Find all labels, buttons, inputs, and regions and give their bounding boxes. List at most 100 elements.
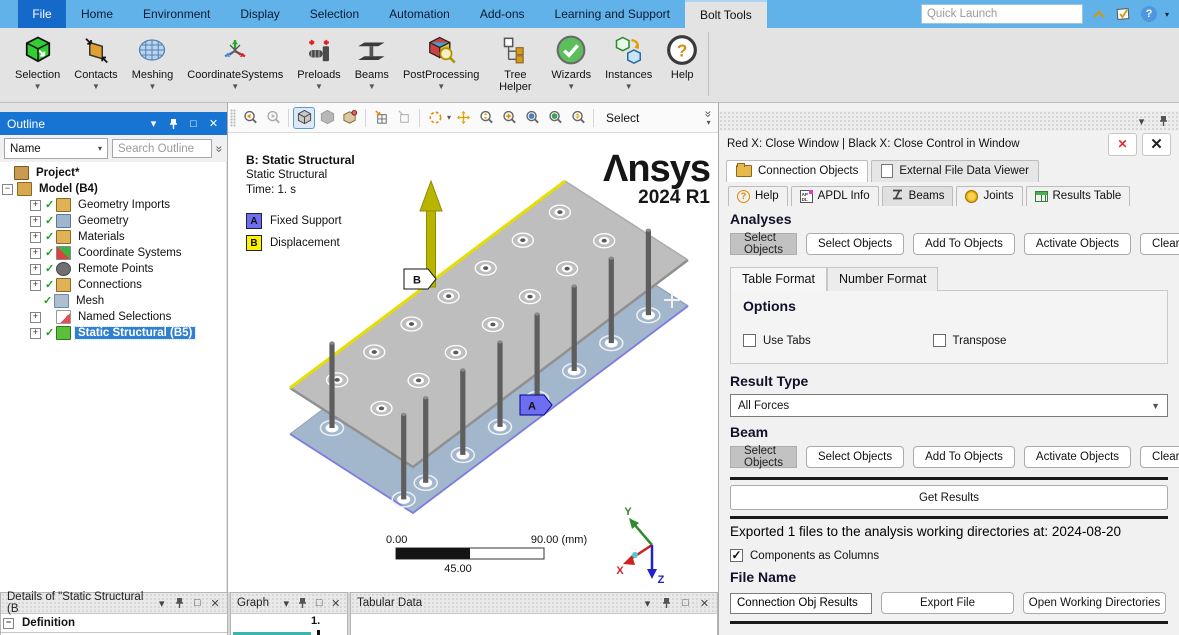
- menu-add-ons[interactable]: Add-ons: [465, 0, 540, 28]
- close-window-button[interactable]: ✕: [1108, 133, 1137, 156]
- ribbon-tool-wizards[interactable]: Wizards ▼: [544, 28, 598, 91]
- maximize-icon[interactable]: □: [314, 597, 325, 610]
- feedback-checkbox-icon[interactable]: [1115, 5, 1133, 23]
- close-icon[interactable]: ✕: [209, 597, 221, 610]
- help-icon[interactable]: ?: [1140, 5, 1158, 23]
- beam-add-to-objects-button[interactable]: Add To Objects: [913, 446, 1015, 468]
- zoom-to-selection-icon[interactable]: [544, 107, 566, 129]
- viewport-3d-canvas[interactable]: B A 0.00 90.00 (mm) 45.00: [228, 133, 718, 592]
- subtab-help[interactable]: ? Help: [728, 186, 788, 206]
- menu-learning-support[interactable]: Learning and Support: [540, 0, 685, 28]
- chevron-down-icon[interactable]: ▼: [92, 82, 100, 91]
- chevron-down-icon[interactable]: ▼: [315, 82, 323, 91]
- tree-item-static-structural[interactable]: + ✓ Static Structural (B5): [0, 325, 226, 341]
- chevron-down-icon[interactable]: ▾: [1135, 115, 1148, 128]
- use-tabs-checkbox-row[interactable]: Use Tabs: [743, 334, 933, 347]
- section-plane-icon[interactable]: [393, 107, 415, 129]
- subtab-beams[interactable]: Beams: [882, 186, 954, 206]
- zoom-to-fit-icon[interactable]: [521, 107, 543, 129]
- expand-expander-icon[interactable]: +: [30, 200, 41, 211]
- zoom-next-icon[interactable]: [262, 107, 284, 129]
- quick-launch-input[interactable]: [921, 4, 1083, 24]
- beam-clear-button[interactable]: Clear: [1140, 446, 1179, 468]
- beam-select-objects-button[interactable]: Select Objects: [806, 446, 904, 468]
- close-icon[interactable]: ✕: [698, 597, 711, 610]
- tree-item-materials[interactable]: + ✓ Materials: [0, 229, 226, 245]
- minimize-ribbon-icon[interactable]: [1090, 5, 1108, 23]
- tab-external-file-data-viewer[interactable]: External File Data Viewer: [871, 160, 1039, 182]
- expand-expander-icon[interactable]: +: [30, 232, 41, 243]
- beam-activate-objects-button[interactable]: Activate Objects: [1024, 446, 1131, 468]
- ribbon-tool-tree-helper[interactable]: Tree Helper: [486, 28, 544, 93]
- shaded-exterior-edges-icon[interactable]: [293, 107, 315, 129]
- ribbon-tool-beams[interactable]: Beams ▼: [348, 28, 396, 91]
- tree-item-mesh[interactable]: ✓ Mesh: [0, 293, 226, 309]
- chevron-down-icon[interactable]: ▾: [447, 113, 451, 122]
- menu-selection[interactable]: Selection: [295, 0, 374, 28]
- chevron-down-icon[interactable]: ▼: [231, 82, 239, 91]
- menu-display[interactable]: Display: [225, 0, 294, 28]
- tree-item-coordinate-systems[interactable]: + ✓ Coordinate Systems: [0, 245, 226, 261]
- analyses-select-objects-button[interactable]: Select Objects: [806, 233, 904, 255]
- expand-expander-icon[interactable]: +: [30, 328, 41, 339]
- tab-number-format[interactable]: Number Format: [827, 267, 939, 291]
- subtab-results-table[interactable]: Results Table: [1026, 186, 1131, 206]
- result-type-dropdown[interactable]: All Forces ▼: [730, 394, 1168, 417]
- tree-item-project[interactable]: Project*: [0, 165, 226, 181]
- chevron-down-icon[interactable]: ▼: [625, 82, 633, 91]
- ribbon-tool-help[interactable]: ? Help: [659, 28, 705, 81]
- subtab-joints[interactable]: Joints: [956, 186, 1022, 206]
- ribbon-tool-postprocessing[interactable]: PostProcessing ▼: [396, 28, 486, 91]
- close-icon[interactable]: ✕: [330, 597, 341, 610]
- wireframe-mode-icon[interactable]: [339, 107, 361, 129]
- rotate-icon[interactable]: [424, 107, 446, 129]
- maximize-icon[interactable]: □: [679, 597, 692, 610]
- file-menu-button[interactable]: File: [18, 0, 66, 28]
- tree-item-model[interactable]: − Model (B4): [0, 181, 226, 197]
- analyses-clear-button[interactable]: Clear: [1140, 233, 1179, 255]
- tab-connection-objects[interactable]: Connection Objects: [726, 160, 868, 182]
- tree-item-geometry-imports[interactable]: + ✓ Geometry Imports: [0, 197, 226, 213]
- ribbon-tool-preloads[interactable]: Preloads ▼: [290, 28, 347, 91]
- subtab-apdl-info[interactable]: APDL APDL Info: [791, 186, 879, 206]
- pin-icon[interactable]: [174, 597, 186, 610]
- shaded-exterior-icon[interactable]: [316, 107, 338, 129]
- components-as-columns-row[interactable]: Components as Columns: [730, 549, 1168, 562]
- file-name-input[interactable]: [730, 593, 872, 614]
- toolbar-overflow[interactable]: » ▾: [705, 109, 716, 127]
- chevron-down-icon[interactable]: ▼: [437, 82, 445, 91]
- zoom-icon[interactable]: [475, 107, 497, 129]
- ribbon-tool-selection[interactable]: Selection ▼: [8, 28, 67, 91]
- pin-icon[interactable]: [660, 597, 673, 610]
- expand-expander-icon[interactable]: +: [30, 312, 41, 323]
- ribbon-tool-instances[interactable]: Instances ▼: [598, 28, 659, 91]
- get-results-button[interactable]: Get Results: [730, 485, 1168, 510]
- maximize-icon[interactable]: □: [187, 117, 200, 130]
- collapse-expander-icon[interactable]: −: [2, 184, 13, 195]
- analyses-activate-objects-button[interactable]: Activate Objects: [1024, 233, 1131, 255]
- ribbon-tool-coordinate-systems[interactable]: CoordinateSystems ▼: [180, 28, 290, 91]
- menu-environment[interactable]: Environment: [128, 0, 225, 28]
- box-zoom-icon[interactable]: [498, 107, 520, 129]
- export-file-button[interactable]: Export File: [881, 592, 1014, 614]
- tab-table-format[interactable]: Table Format: [730, 267, 827, 291]
- pin-icon[interactable]: [297, 597, 308, 610]
- close-control-button[interactable]: ✕: [1142, 133, 1171, 156]
- chevron-down-icon[interactable]: ▾: [281, 597, 292, 610]
- pin-icon[interactable]: [167, 117, 180, 130]
- zoom-extents-icon[interactable]: [567, 107, 589, 129]
- menu-bolt-tools[interactable]: Bolt Tools: [685, 0, 767, 28]
- chevron-down-icon[interactable]: ▼: [34, 82, 42, 91]
- tree-item-named-selections[interactable]: + Named Selections: [0, 309, 226, 325]
- ribbon-tool-meshing[interactable]: Meshing ▼: [125, 28, 181, 91]
- chevron-down-icon[interactable]: ▼: [149, 82, 157, 91]
- search-outline-input[interactable]: [112, 139, 212, 158]
- maximize-icon[interactable]: □: [191, 597, 203, 610]
- collapse-expander-icon[interactable]: −: [3, 618, 14, 629]
- pin-icon[interactable]: [1157, 115, 1170, 128]
- chevron-down-icon[interactable]: ▼: [368, 82, 376, 91]
- use-tabs-checkbox[interactable]: [743, 334, 756, 347]
- ribbon-tool-contacts[interactable]: Contacts ▼: [67, 28, 124, 91]
- graph-chart-area[interactable]: 1.: [231, 614, 347, 635]
- pan-icon[interactable]: [452, 107, 474, 129]
